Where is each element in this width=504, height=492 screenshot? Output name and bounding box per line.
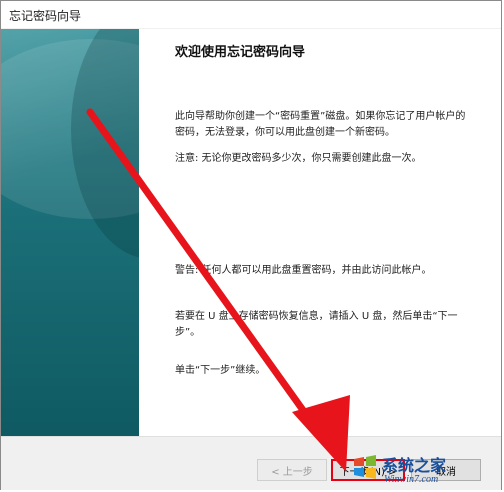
- wizard-content: 欢迎使用忘记密码向导 此向导帮助你创建一个“密码重置”磁盘。如果你忘记了用户帐户…: [139, 29, 501, 436]
- intro-text: 此向导帮助你创建一个“密码重置”磁盘。如果你忘记了用户帐户的密码，无法登录，你可…: [175, 111, 466, 138]
- banner-decoration: [71, 29, 139, 259]
- windows-logo-icon: [354, 455, 376, 479]
- watermark-chinese: 系统之家: [382, 458, 447, 475]
- window-title: 忘记密码向导: [9, 9, 82, 23]
- warning-text: 警告: 任何人都可以用此盘重置密码，并由此访问此帐户。: [175, 265, 432, 276]
- watermark-english: Winwin7.com: [384, 474, 439, 485]
- title-bar: 忘记密码向导: [1, 1, 501, 29]
- password-reset-wizard-window: 忘记密码向导 欢迎使用忘记密码向导 此向导帮助你创建一个“密码重置”磁盘。如果你…: [0, 0, 502, 490]
- note-text: 注意: 无论你更改密码多少次，你只需要创建此盘一次。: [175, 153, 422, 164]
- continue-instruction-text: 单击“下一步”继续。: [175, 365, 266, 376]
- back-button[interactable]: < 上一步: [257, 459, 327, 481]
- wizard-heading: 欢迎使用忘记密码向导: [175, 45, 306, 60]
- usb-instruction-text: 若要在 U 盘上存储密码恢复信息，请插入 U 盘，然后单击“下一步”。: [175, 311, 458, 338]
- wizard-side-banner: [1, 29, 139, 436]
- site-watermark: 系统之家 Winwin7.com: [350, 450, 500, 490]
